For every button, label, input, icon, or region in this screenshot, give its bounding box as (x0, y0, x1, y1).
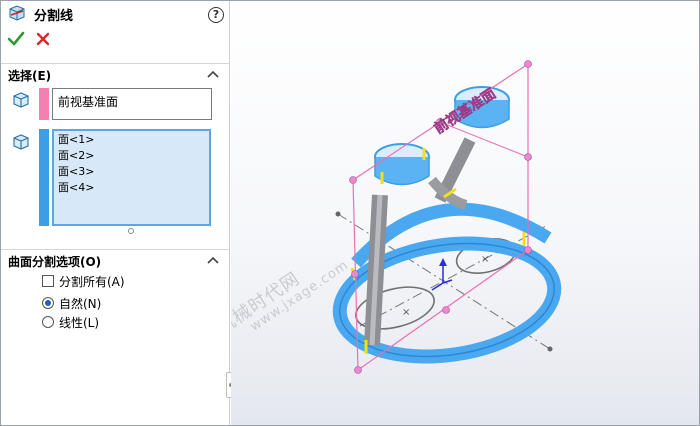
chevron-up-icon[interactable] (207, 256, 219, 264)
cancel-button[interactable] (34, 30, 52, 48)
line-endpoint (335, 211, 341, 217)
feature-title-row: 分割线 ? (8, 3, 224, 24)
list-item[interactable]: 面<4> (58, 181, 94, 195)
svg-text:×: × (481, 254, 489, 265)
linear-radio[interactable] (42, 316, 54, 328)
natural-radio[interactable] (42, 297, 54, 309)
svg-text:×: × (402, 307, 410, 318)
selection-group-label: 选择(E) (8, 69, 52, 83)
checkmark-icon (7, 31, 25, 46)
list-resize-handle[interactable] (128, 228, 134, 234)
split-all-checkbox[interactable] (42, 275, 54, 287)
plane-selection-icon (13, 92, 29, 108)
line-endpoint (547, 346, 553, 352)
plane-selection-field[interactable]: 前视基准面 (52, 88, 212, 120)
graphics-viewport[interactable]: × × 前视基准面 机械时代网 www.jxage.com (231, 0, 700, 426)
list-item[interactable]: 面<3> (58, 165, 94, 179)
sketch-circle (355, 286, 435, 330)
faces-selection-list[interactable]: 面<1> 面<2> 面<3> 面<4> (52, 129, 211, 226)
natural-label: 自然(N) (59, 297, 102, 311)
property-manager: 分割线 ? 选择(E) 前视基准面 面<1> 面<2> 面<3> 面<4> 曲面… (0, 0, 230, 426)
faces-color-swatch (39, 129, 49, 226)
face-selection-icon (13, 134, 29, 150)
ok-button[interactable] (7, 30, 25, 48)
feature-title: 分割线 (34, 9, 74, 24)
chevron-up-icon[interactable] (207, 70, 219, 78)
plane-color-swatch (39, 88, 49, 120)
plane-selection-value: 前视基准面 (58, 95, 119, 109)
split-all-label: 分割所有(A) (59, 275, 125, 289)
help-button[interactable]: ? (208, 7, 224, 23)
list-item[interactable]: 面<2> (58, 149, 94, 163)
selection-group-header[interactable]: 选择(E) (0, 63, 229, 83)
linear-label: 线性(L) (59, 316, 100, 330)
list-item[interactable]: 面<1> (58, 133, 94, 147)
split-options-group-header[interactable]: 曲面分割选项(O) (0, 249, 229, 269)
close-icon (36, 32, 50, 46)
split-options-group-label: 曲面分割选项(O) (8, 255, 102, 269)
split-line-icon (9, 5, 25, 21)
model-canvas[interactable]: × × 前视基准面 (231, 0, 700, 426)
